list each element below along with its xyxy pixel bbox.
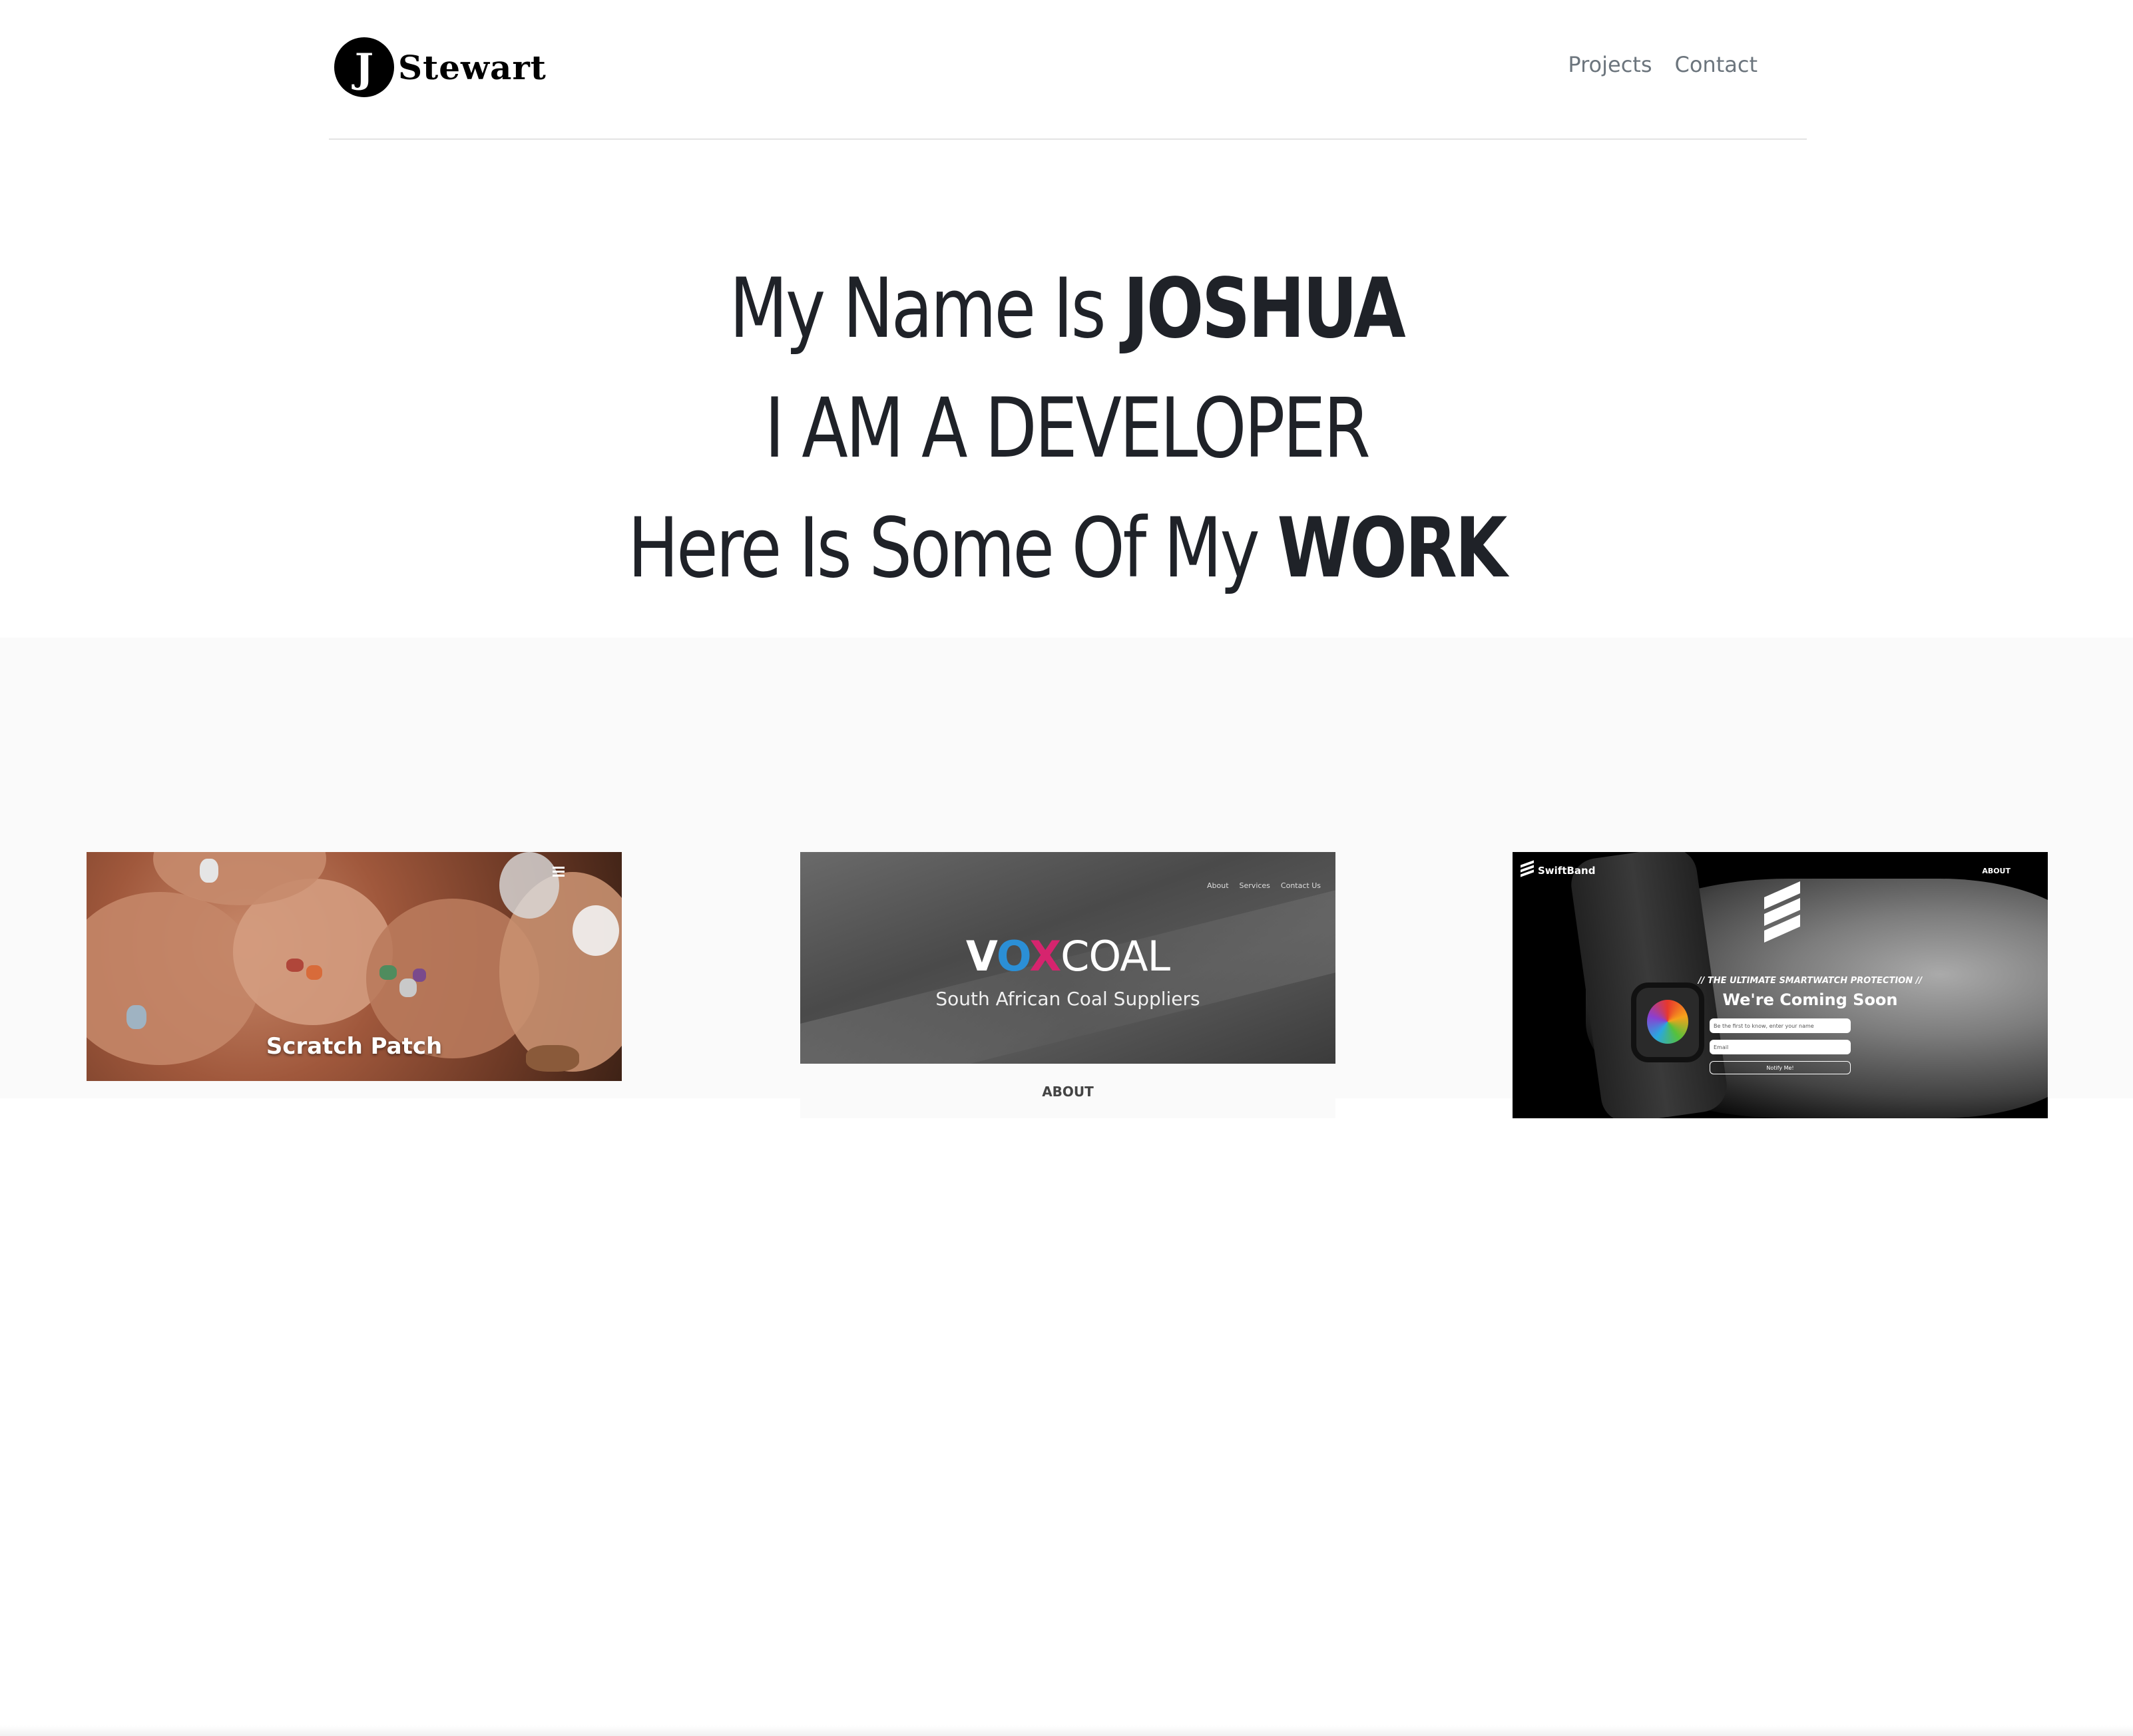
project-thumbnail-scratch-patch: Scratch Patch [87, 852, 622, 1081]
stone-shape [399, 978, 417, 997]
project-card-swiftband[interactable]: SwiftBand ABOUT // THE ULTIMATE SMARTWAT… [1513, 852, 2048, 1118]
swiftband-name-field: Be the first to know, enter your name [1710, 1018, 1851, 1033]
vox-logo-o: O [996, 932, 1030, 980]
stone-shape [126, 1005, 146, 1029]
bottom-shadow [0, 1725, 2133, 1736]
project-thumbnail-vox-coal: About Services Contact Us VOXCOAL South … [800, 852, 1335, 1064]
vox-logo-v: V [965, 932, 997, 980]
site-logo[interactable]: J Stewart [334, 37, 547, 97]
hero-work: WORK [1277, 501, 1507, 596]
project-title-scratch-patch: Scratch Patch [266, 1033, 443, 1060]
swiftband-tagline: // THE ULTIMATE SMARTWATCH PROTECTION // [1698, 976, 1923, 986]
hero-work-prefix: Here Is Some Of My [627, 501, 1278, 596]
jar-shape [573, 905, 619, 956]
stone-shape [286, 959, 304, 972]
stone-shape [200, 859, 218, 883]
vox-logo-coal: COAL [1061, 932, 1170, 980]
hero-line-name: My Name Is JOSHUA [192, 268, 1941, 350]
hero-line-role: I AM A DEVELOPER [764, 381, 1371, 477]
stone-shape [306, 965, 322, 980]
swiftband-notify-button: Notify Me! [1710, 1061, 1851, 1074]
jar-shape [499, 852, 559, 919]
main-nav: Projects Contact [1568, 52, 1758, 77]
swiftband-big-mark-icon [1764, 881, 1800, 953]
swiftband-name: SwiftBand [1538, 865, 1596, 877]
swiftband-logo: SwiftBand [1521, 860, 1596, 879]
logo-monogram: J [334, 37, 394, 97]
vox-nav-about: About [1207, 881, 1229, 890]
vox-logo-x: X [1029, 932, 1061, 980]
site-header: J Stewart Projects Contact [329, 0, 1807, 140]
vox-nav-services: Services [1239, 881, 1270, 890]
hero-line-work: Here Is Some Of My WORK [192, 507, 1941, 590]
nav-contact-link[interactable]: Contact [1675, 52, 1758, 77]
stone-shape [413, 969, 426, 982]
swiftband-email-field: Email [1710, 1040, 1851, 1054]
swiftband-nav-about: ABOUT [1982, 867, 2011, 875]
nav-projects-link[interactable]: Projects [1568, 52, 1652, 77]
swiftband-headline: We're Coming Soon [1722, 990, 1898, 1009]
logo-text: Stewart [398, 47, 547, 87]
project-card-vox-coal[interactable]: About Services Contact Us VOXCOAL South … [800, 852, 1335, 1118]
hero-name: JOSHUA [1123, 261, 1405, 357]
vox-about-section: ABOUT [800, 1064, 1335, 1118]
vox-coal-logo: VOXCOAL [800, 932, 1335, 980]
vox-nav-contact: Contact Us [1280, 881, 1321, 890]
hamburger-menu-icon [553, 867, 565, 877]
stone-shape [379, 965, 397, 980]
vox-about-heading: ABOUT [1042, 1084, 1094, 1100]
project-thumbnail-swiftband: SwiftBand ABOUT // THE ULTIMATE SMARTWAT… [1513, 852, 2048, 1118]
hero-name-prefix: My Name Is [729, 261, 1124, 357]
swiftband-mark-icon [1521, 860, 1534, 879]
project-card-scratch-patch[interactable]: Scratch Patch [87, 852, 622, 1118]
vox-coal-subtitle: South African Coal Suppliers [935, 988, 1200, 1010]
hero-section: My Name Is JOSHUA I AM A DEVELOPER Here … [0, 141, 2133, 638]
vox-nav: About Services Contact Us [1207, 881, 1321, 890]
projects-section: Scratch Patch About Services Contact Us … [0, 638, 2133, 1736]
